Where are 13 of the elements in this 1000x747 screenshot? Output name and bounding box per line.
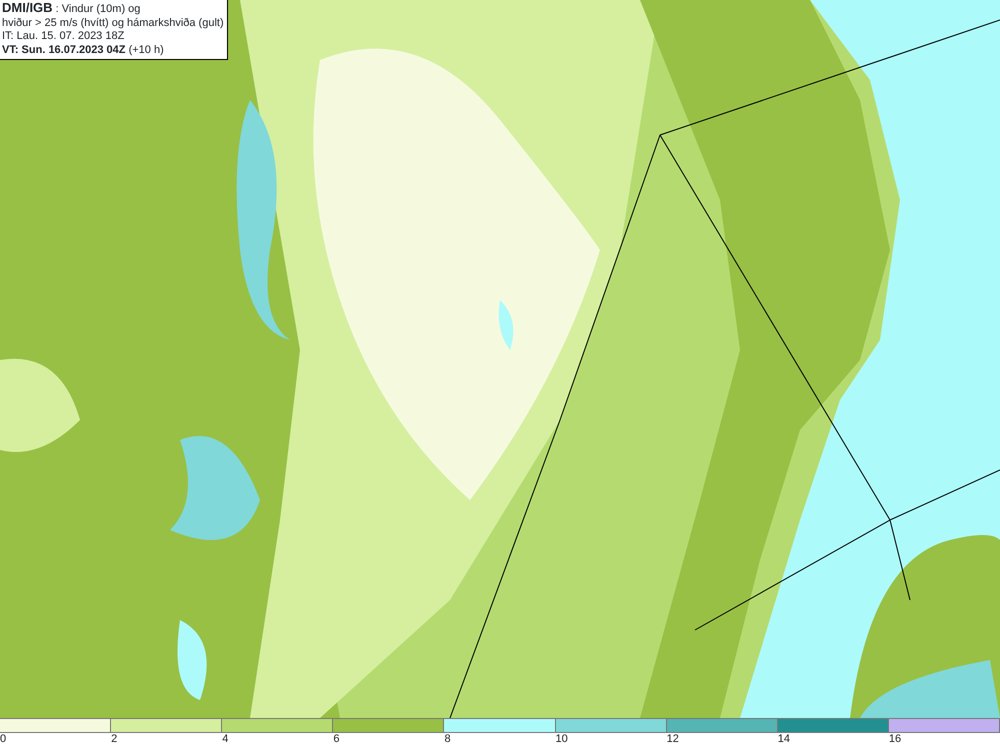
legend-tick-label: 12 [666,733,679,746]
legend-tick-label: 0 [0,733,6,746]
legend-tick-label: 14 [778,733,790,746]
title-line: VT: Sun. 16.07.2023 04Z (+10 h) [2,44,165,57]
legend-tick-label: 4 [222,733,228,746]
title-line: hviður > 25 m/s (hvítt) og hámarkshviða (gult) [2,16,224,30]
legend-tick-label: 8 [444,733,451,746]
legend-tick-label: 10 [556,733,568,746]
title-line: DMI/IGB : Vindur (10m) og [2,1,142,16]
legend-tick-label: 6 [333,733,340,746]
title-line: IT: Lau. 15. 07. 2023 18Z [2,30,126,44]
legend-tick-label: 16 [888,733,902,746]
legend-tick-label: 2 [111,733,118,746]
